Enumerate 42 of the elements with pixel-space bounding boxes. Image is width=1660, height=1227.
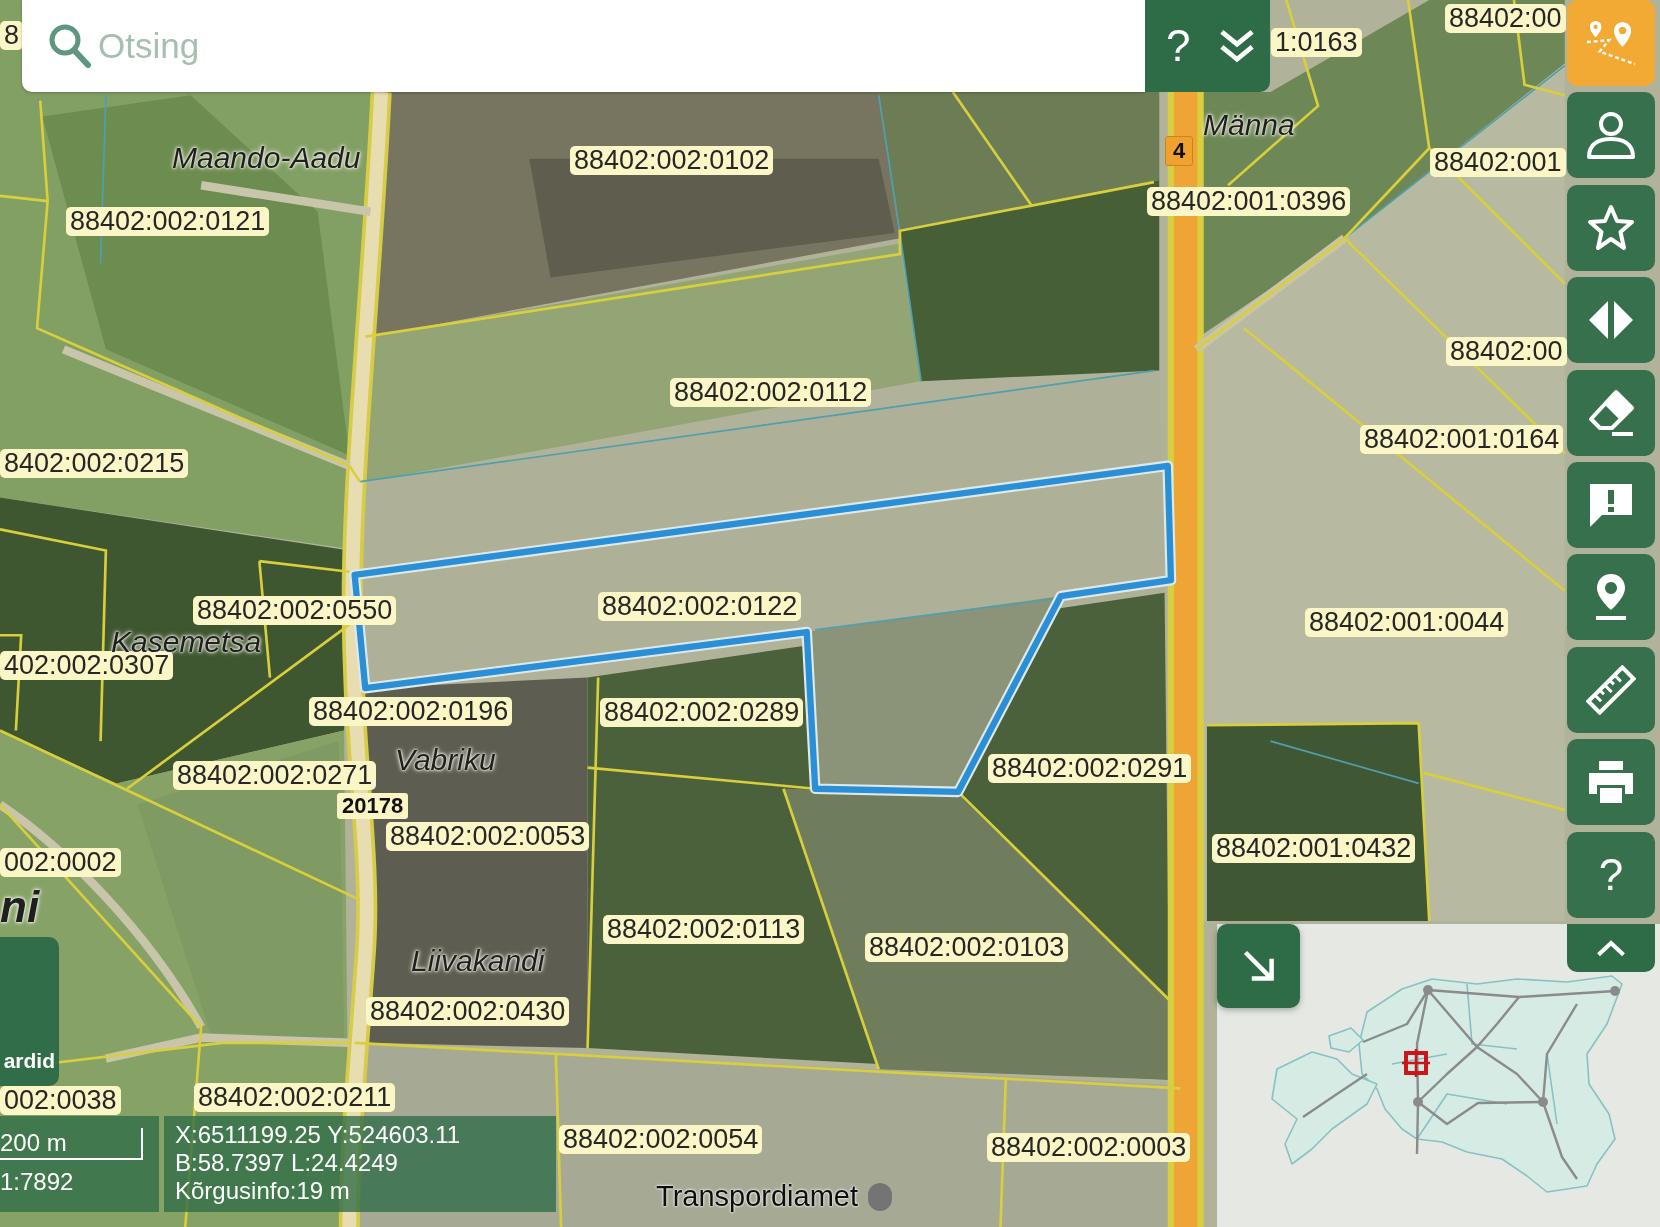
- parcel-number-label: 88402:00: [1446, 337, 1567, 366]
- parcel-number-label: 8402:002:0215: [0, 449, 189, 478]
- parcel-number-label: 8: [0, 21, 24, 50]
- road-number-sign: 4: [1165, 136, 1194, 166]
- scale-bar: 200 m: [0, 1128, 143, 1160]
- parcel-number-label: 88402:002:0113: [603, 915, 805, 944]
- scale-ratio-text: 1:7892: [0, 1168, 75, 1196]
- parcel-number-label: 88402:002:0112: [670, 378, 872, 407]
- parcel-number-label: 88402:002:0196: [309, 697, 513, 726]
- parcel-number-label: 88402:002:0211: [194, 1083, 396, 1112]
- parcel-number-label: 88402:002:0054: [559, 1125, 763, 1154]
- place-name-label: Maando-Aadu: [172, 143, 361, 173]
- parcel-number-label: 88402:001:0432: [1212, 834, 1416, 863]
- parcel-number-label: 88402:002:0103: [865, 933, 1069, 962]
- parcel-number-label: 88402:002:0003: [987, 1133, 1191, 1162]
- place-name-label: Männa: [1203, 110, 1295, 140]
- parcel-number-label: 88402:001: [1430, 148, 1566, 177]
- road-number-sign: 20178: [337, 793, 409, 819]
- parcel-number-label: 88402:002:0271: [173, 761, 377, 790]
- parcel-number-label: 88402:001:0044: [1305, 608, 1509, 637]
- parcel-number-label: 88402:001:0164: [1360, 425, 1564, 454]
- parcel-number-label: 88402:002:0102: [570, 146, 774, 175]
- attribution-text: Transpordiamet: [656, 1181, 858, 1212]
- parcel-number-label: 88402:00: [1445, 4, 1566, 33]
- parcel-number-label: 88402:002:0291: [988, 754, 1192, 783]
- parcel-number-label: 88402:002:0430: [366, 997, 570, 1026]
- parcel-number-label: 002:0002: [0, 848, 121, 877]
- parcel-number-label: 88402:002:0550: [193, 596, 397, 625]
- parcel-number-label: 002:0038: [0, 1086, 121, 1115]
- parcel-number-label: 88402:001:0396: [1147, 187, 1351, 216]
- parcel-number-label: 402:002:0307: [0, 651, 174, 680]
- parcel-number-label: 88402:002:0053: [386, 822, 590, 851]
- place-name-label: Vabriku: [395, 745, 496, 775]
- parcel-number-label: 88402:002:0122: [598, 592, 802, 621]
- place-name-label: Liivakandi: [411, 946, 545, 976]
- parcel-number-label: 88402:002:0289: [600, 698, 804, 727]
- projected-coordinates-text: X:6511199.25 Y:524603.11: [175, 1121, 462, 1149]
- elevation-text: Kõrgusinfo:19 m: [175, 1177, 351, 1205]
- geographic-coordinates-text: B:58.7397 L:24.4249: [175, 1149, 399, 1177]
- parcel-number-label: 1:0163: [1271, 28, 1362, 57]
- place-name-label: ni: [0, 885, 40, 929]
- parcel-number-label: 88402:002:0121: [66, 207, 270, 236]
